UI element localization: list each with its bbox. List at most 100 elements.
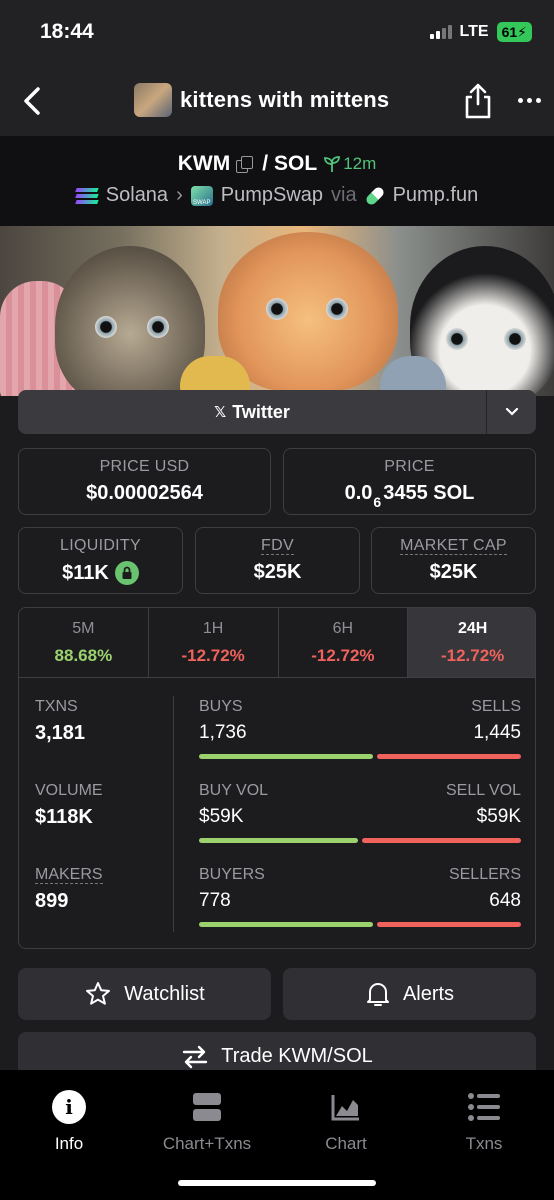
nav-chart[interactable]: Chart [277,1090,415,1154]
lock-icon[interactable] [114,561,139,585]
tab-6h[interactable]: 6H -12.72% [279,608,409,677]
list-icon [468,1093,500,1121]
price-usd-label: PRICE USD [99,458,190,475]
app-header: kittens with mittens [0,66,554,136]
star-icon [86,982,111,1005]
more-icon [518,97,523,103]
nav-txns[interactable]: Txns [415,1090,553,1154]
signal-icon [429,25,452,39]
volume-stat: VOLUME $118K [35,782,103,829]
network-label: LTE [459,23,489,40]
trade-label: Trade KWM/SOL [221,1045,373,1067]
pair-info: KWM / SOL 12m Solana › SWAP PumpSwap via… [0,136,554,226]
fdv-card[interactable]: FDV $25K [195,527,360,594]
chain-name[interactable]: Solana [106,184,168,207]
chart-txns-icon [193,1093,221,1121]
token-avatar [134,83,172,117]
copy-icon[interactable] [236,156,254,173]
liquidity-label: LIQUIDITY [60,537,141,554]
price-usd-value: $0.00002564 [86,482,203,504]
pumpfun-icon [363,184,386,207]
launchpad-name[interactable]: Pump.fun [393,184,479,207]
market-cap-value: $25K [429,561,478,583]
nav-chart-txns[interactable]: Chart+Txns [138,1090,276,1154]
share-button[interactable] [463,82,493,120]
sells-label: SELLS [471,698,521,715]
sellers-value: 648 [489,890,521,911]
token-banner-image [0,226,554,396]
status-indicators: LTE 61⚡ [429,22,532,42]
trading-stats: 5M 88.68% 1H -12.72% 6H -12.72% 24H -12.… [18,607,536,949]
makers-value: 899 [35,890,69,912]
sell-bar [377,922,521,927]
sells-value: 1,445 [473,722,521,743]
makers-stat[interactable]: MAKERS 899 [35,866,103,913]
alerts-button[interactable]: Alerts [283,968,536,1020]
battery-icon: 61⚡ [496,22,532,42]
buyers-label: BUYERS [199,866,265,883]
buys-sells-bar [199,754,521,759]
fdv-label: FDV [261,537,294,555]
back-button[interactable] [18,84,48,118]
social-links: 𝕏 Twitter [18,390,536,434]
buy-bar [199,922,373,927]
liquidity-card: LIQUIDITY $11K [18,527,183,594]
seedling-icon [324,156,341,172]
page-title: kittens with mittens [180,87,390,112]
home-indicator [178,1180,376,1186]
kitten-orange [218,232,398,392]
tab-change: -12.72% [181,646,245,665]
buyers-sellers-bar [199,922,521,927]
market-cap-card[interactable]: MARKET CAP $25K [371,527,536,594]
buys-value: 1,736 [199,722,247,743]
nav-label: Info [54,1134,84,1153]
watchlist-button[interactable]: Watchlist [18,968,271,1020]
price-native-label: PRICE [384,458,435,475]
twitter-label: Twitter [232,401,290,422]
quote-symbol: SOL [274,152,318,175]
tab-change: -12.72% [440,646,505,665]
more-options-button[interactable] [518,90,550,110]
liquidity-value-group: $11K [19,561,182,585]
fdv-value: $25K [253,561,302,583]
nav-label: Chart [325,1134,367,1153]
bottom-tab-bar: i Info Chart+Txns Chart Txns [0,1070,554,1200]
info-icon: i [52,1090,86,1124]
pair-name: KWM / SOL 12m [0,152,554,176]
tab-label: 1H [202,620,224,637]
alerts-label: Alerts [402,982,455,1005]
nav-label: Txns [465,1134,503,1153]
chart-icon [331,1095,359,1121]
price-usd-card: PRICE USD $0.00002564 [18,448,271,515]
sell-bar [377,754,521,759]
chain-breadcrumb: Solana › SWAP PumpSwap via Pump.fun [0,184,554,207]
twitter-button[interactable]: 𝕏 Twitter [18,390,486,434]
nav-info[interactable]: i Info [0,1090,138,1154]
volume-label: VOLUME [35,782,103,799]
social-dropdown-button[interactable] [487,390,536,434]
tab-5m[interactable]: 5M 88.68% [19,608,149,677]
chevron-right-icon: › [176,184,183,206]
status-time: 18:44 [40,20,94,43]
share-icon [465,83,491,119]
dex-name[interactable]: PumpSwap [221,184,323,207]
pair-separator: / [262,152,269,175]
tab-change: 88.68% [54,646,113,665]
pair-age: 12m [323,154,376,174]
price-native-card: PRICE 0.0 6 3455 SOL [283,448,536,515]
swap-arrows-icon [183,1045,208,1069]
price-native-value: 0.0 6 3455 SOL [344,482,475,510]
tab-label: 5M [72,620,95,637]
buy-vol-value: $59K [199,806,244,827]
token-title-group: kittens with mittens [134,83,389,117]
buy-bar [199,838,358,843]
buyers-sellers-stat: BUYERS SELLERS 778 648 [199,866,521,927]
status-bar: 18:44 LTE 61⚡ [0,0,554,66]
buy-vol-label: BUY VOL [199,782,269,799]
chevron-left-icon [24,87,40,115]
tab-24h[interactable]: 24H -12.72% [408,608,535,677]
tab-1h[interactable]: 1H -12.72% [149,608,279,677]
txns-value: 3,181 [35,722,86,744]
tab-change: -12.72% [311,646,375,665]
watchlist-label: Watchlist [124,982,205,1005]
